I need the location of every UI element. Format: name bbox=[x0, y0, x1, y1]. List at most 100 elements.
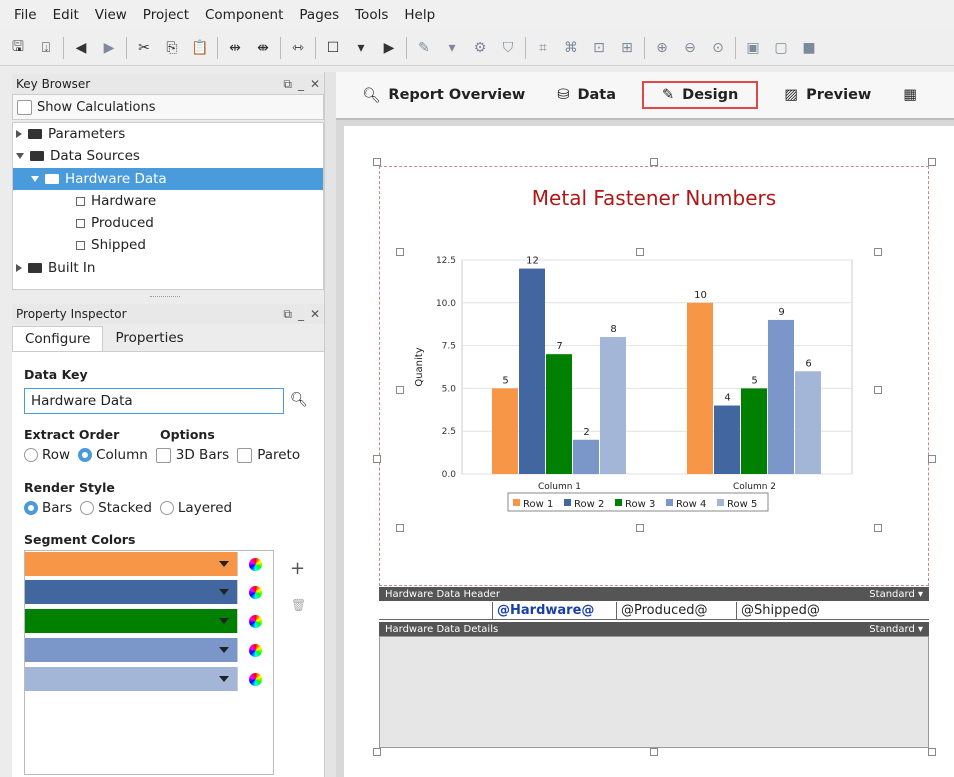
align-icon[interactable]: ⇹ bbox=[221, 35, 249, 61]
resize-handle[interactable] bbox=[373, 158, 381, 166]
color-dropdown[interactable] bbox=[25, 638, 237, 662]
resize-handle[interactable] bbox=[650, 158, 658, 166]
tree-item-shipped[interactable]: Shipped bbox=[76, 234, 146, 256]
color-dropdown[interactable] bbox=[25, 609, 237, 633]
tab-data[interactable]: ⛁ Data bbox=[551, 83, 622, 107]
cut-icon[interactable]: ✂ bbox=[130, 35, 158, 61]
resize-handle[interactable] bbox=[373, 748, 381, 756]
collapse-icon[interactable] bbox=[16, 153, 24, 159]
resize-handle[interactable] bbox=[650, 748, 658, 756]
menu-help[interactable]: Help bbox=[404, 7, 435, 23]
segment-color-row[interactable] bbox=[25, 667, 273, 692]
color-dropdown[interactable] bbox=[25, 580, 237, 604]
zoom-in-icon[interactable]: ⊕ bbox=[648, 35, 676, 61]
dropdown-icon[interactable]: ▾ bbox=[438, 35, 466, 61]
forward-arrow-icon[interactable]: ▶ bbox=[95, 35, 123, 61]
field-hardware[interactable]: @Hardware@ bbox=[493, 602, 617, 620]
details-band[interactable] bbox=[379, 636, 929, 748]
menu-project[interactable]: Project bbox=[143, 7, 189, 23]
band-type-dropdown[interactable]: Standard ▾ bbox=[869, 624, 923, 635]
color-wheel-icon[interactable] bbox=[237, 609, 273, 633]
play-icon[interactable]: ▶ bbox=[375, 35, 403, 61]
minimize-icon[interactable]: _ bbox=[298, 307, 304, 322]
menu-tools[interactable]: Tools bbox=[355, 7, 388, 23]
close-icon[interactable]: ✕ bbox=[310, 307, 320, 322]
expand-icon[interactable] bbox=[16, 130, 22, 138]
tree-item-data-sources[interactable]: Data Sources bbox=[16, 145, 322, 167]
trash-icon[interactable]: 🗑 bbox=[291, 598, 306, 612]
tab-preview[interactable]: ▨ Preview bbox=[778, 83, 877, 107]
search-icon[interactable]: 🔍︎ bbox=[290, 392, 308, 408]
float-icon[interactable]: ⧉ bbox=[283, 307, 292, 322]
splitter[interactable] bbox=[324, 72, 336, 777]
radio-layered[interactable] bbox=[159, 501, 174, 515]
tree-item-produced[interactable]: Produced bbox=[76, 212, 154, 234]
resize-handle[interactable] bbox=[928, 158, 936, 166]
checkbox-3d-bars[interactable] bbox=[155, 447, 171, 463]
radio-column[interactable] bbox=[78, 448, 93, 462]
tree-item-hardware[interactable]: Hardware bbox=[76, 190, 156, 212]
resize-handle[interactable] bbox=[928, 748, 936, 756]
group-icon[interactable]: ⌗ bbox=[529, 35, 557, 61]
color-dropdown[interactable] bbox=[25, 667, 237, 691]
details-band-bar[interactable]: Hardware Data Details Standard ▾ bbox=[379, 622, 929, 636]
close-icon[interactable]: ✕ bbox=[310, 77, 320, 92]
window-icon[interactable]: ▢ bbox=[767, 35, 795, 61]
zoom-icon[interactable]: ⊙ bbox=[704, 35, 732, 61]
radio-bars[interactable] bbox=[24, 501, 38, 515]
band-type-dropdown[interactable]: Standard ▾ bbox=[869, 589, 923, 600]
segment-color-row[interactable] bbox=[25, 552, 273, 577]
paste-icon[interactable]: 📋 bbox=[186, 35, 214, 61]
tab-properties[interactable]: Properties bbox=[103, 326, 195, 351]
copy-icon[interactable]: ⎘ bbox=[158, 35, 186, 61]
wrench-icon[interactable]: ✎ bbox=[410, 35, 438, 61]
show-calculations-toggle[interactable]: Show Calculations bbox=[12, 94, 324, 120]
select-icon[interactable]: ☐ bbox=[319, 35, 347, 61]
collapse-icon[interactable] bbox=[31, 176, 39, 182]
tree-item-parameters[interactable]: Parameters bbox=[16, 123, 322, 145]
color-wheel-icon[interactable] bbox=[237, 638, 273, 662]
window-icon[interactable]: ■ bbox=[795, 35, 823, 61]
checkbox[interactable] bbox=[17, 99, 32, 115]
resize-handle[interactable] bbox=[928, 455, 936, 463]
menu-edit[interactable]: Edit bbox=[53, 7, 79, 23]
segment-color-row[interactable] bbox=[25, 609, 273, 634]
segment-color-row[interactable] bbox=[25, 580, 273, 605]
arrange-icon[interactable]: ⊞ bbox=[613, 35, 641, 61]
tab-report-overview[interactable]: 🔍︎ Report Overview bbox=[356, 83, 531, 108]
data-key-input[interactable]: Hardware Data bbox=[24, 388, 284, 414]
field-produced[interactable]: @Produced@ bbox=[617, 602, 737, 620]
tree-item-built-in[interactable]: Built In bbox=[16, 257, 95, 279]
checkbox-pareto[interactable] bbox=[237, 447, 253, 463]
dropdown-icon[interactable]: ▾ bbox=[347, 35, 375, 61]
menu-component[interactable]: Component bbox=[205, 7, 283, 23]
menu-pages[interactable]: Pages bbox=[299, 7, 339, 23]
resize-handle[interactable] bbox=[373, 455, 381, 463]
expand-icon[interactable] bbox=[16, 264, 22, 272]
menu-file[interactable]: File bbox=[14, 7, 37, 23]
bar-chart[interactable]: 0.0 2.5 5.0 7.5 10.0 12.5 Quanity 5 12 7 2 8 Column … bbox=[400, 250, 878, 530]
tab-design[interactable]: ✎ Design bbox=[642, 81, 759, 109]
ungroup-icon[interactable]: ⌘ bbox=[557, 35, 585, 61]
header-band-bar[interactable]: Hardware Data Header Standard ▾ bbox=[379, 587, 929, 601]
calendar-icon[interactable]: ▦ bbox=[897, 83, 923, 107]
tree-item-hardware-data[interactable]: Hardware Data bbox=[13, 168, 323, 190]
distribute-icon[interactable]: ⇼ bbox=[249, 35, 277, 61]
zoom-out-icon[interactable]: ⊖ bbox=[676, 35, 704, 61]
float-icon[interactable]: ⧉ bbox=[283, 77, 292, 92]
color-dropdown[interactable] bbox=[25, 552, 237, 576]
add-icon[interactable]: + bbox=[290, 558, 305, 579]
layer-icon[interactable]: ⊡ bbox=[585, 35, 613, 61]
publish-icon[interactable]: ⍗ bbox=[32, 35, 60, 61]
color-wheel-icon[interactable] bbox=[237, 552, 273, 576]
snap-icon[interactable]: ⇿ bbox=[284, 35, 312, 61]
tab-configure[interactable]: Configure bbox=[12, 326, 104, 351]
splitter-grip[interactable] bbox=[150, 296, 180, 298]
minimize-icon[interactable]: _ bbox=[298, 77, 304, 92]
back-arrow-icon[interactable]: ◀ bbox=[67, 35, 95, 61]
color-wheel-icon[interactable] bbox=[237, 667, 273, 691]
field-shipped[interactable]: @Shipped@ bbox=[737, 602, 929, 620]
script-icon[interactable]: ⚙ bbox=[466, 35, 494, 61]
save-icon[interactable]: 🖫 bbox=[4, 35, 32, 61]
segment-color-row[interactable] bbox=[25, 638, 273, 663]
